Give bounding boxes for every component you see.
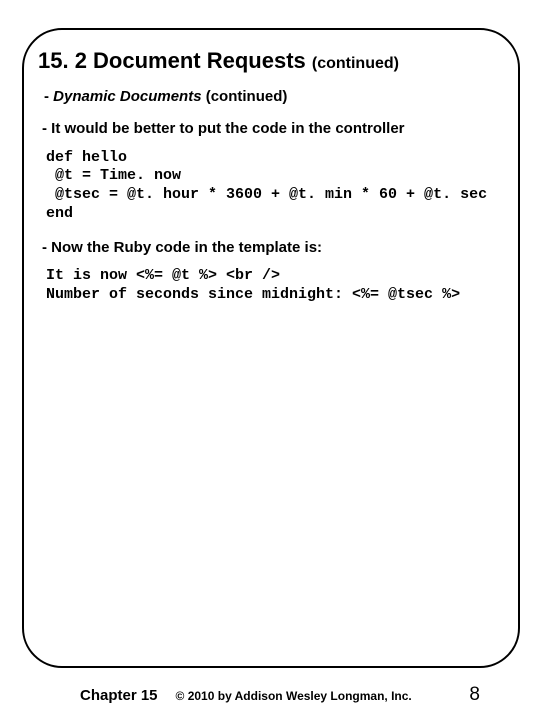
slide-frame: 15. 2 Document Requests (continued) - Dy… xyxy=(22,28,520,668)
bullet-2: - Now the Ruby code in the template is: xyxy=(42,238,506,258)
footer-chapter: Chapter 15 xyxy=(80,687,158,704)
subhead-dash: - xyxy=(44,88,53,105)
bullet-1: - It would be better to put the code in … xyxy=(42,119,506,139)
slide-title: 15. 2 Document Requests (continued) xyxy=(38,48,506,74)
footer-copyright: © 2010 by Addison Wesley Longman, Inc. xyxy=(176,689,452,703)
title-continued: (continued) xyxy=(312,55,399,72)
subhead-emphasis: Dynamic Documents xyxy=(53,88,201,105)
subhead-rest: (continued) xyxy=(202,88,288,105)
footer: Chapter 15 © 2010 by Addison Wesley Long… xyxy=(0,684,540,706)
subheading: - Dynamic Documents (continued) xyxy=(44,88,506,105)
footer-page-number: 8 xyxy=(469,684,480,706)
code-block-2: It is now <%= @t %> <br /> Number of sec… xyxy=(46,267,506,305)
title-main: 15. 2 Document Requests xyxy=(38,48,312,73)
code-block-1: def hello @t = Time. now @tsec = @t. hou… xyxy=(46,149,506,224)
